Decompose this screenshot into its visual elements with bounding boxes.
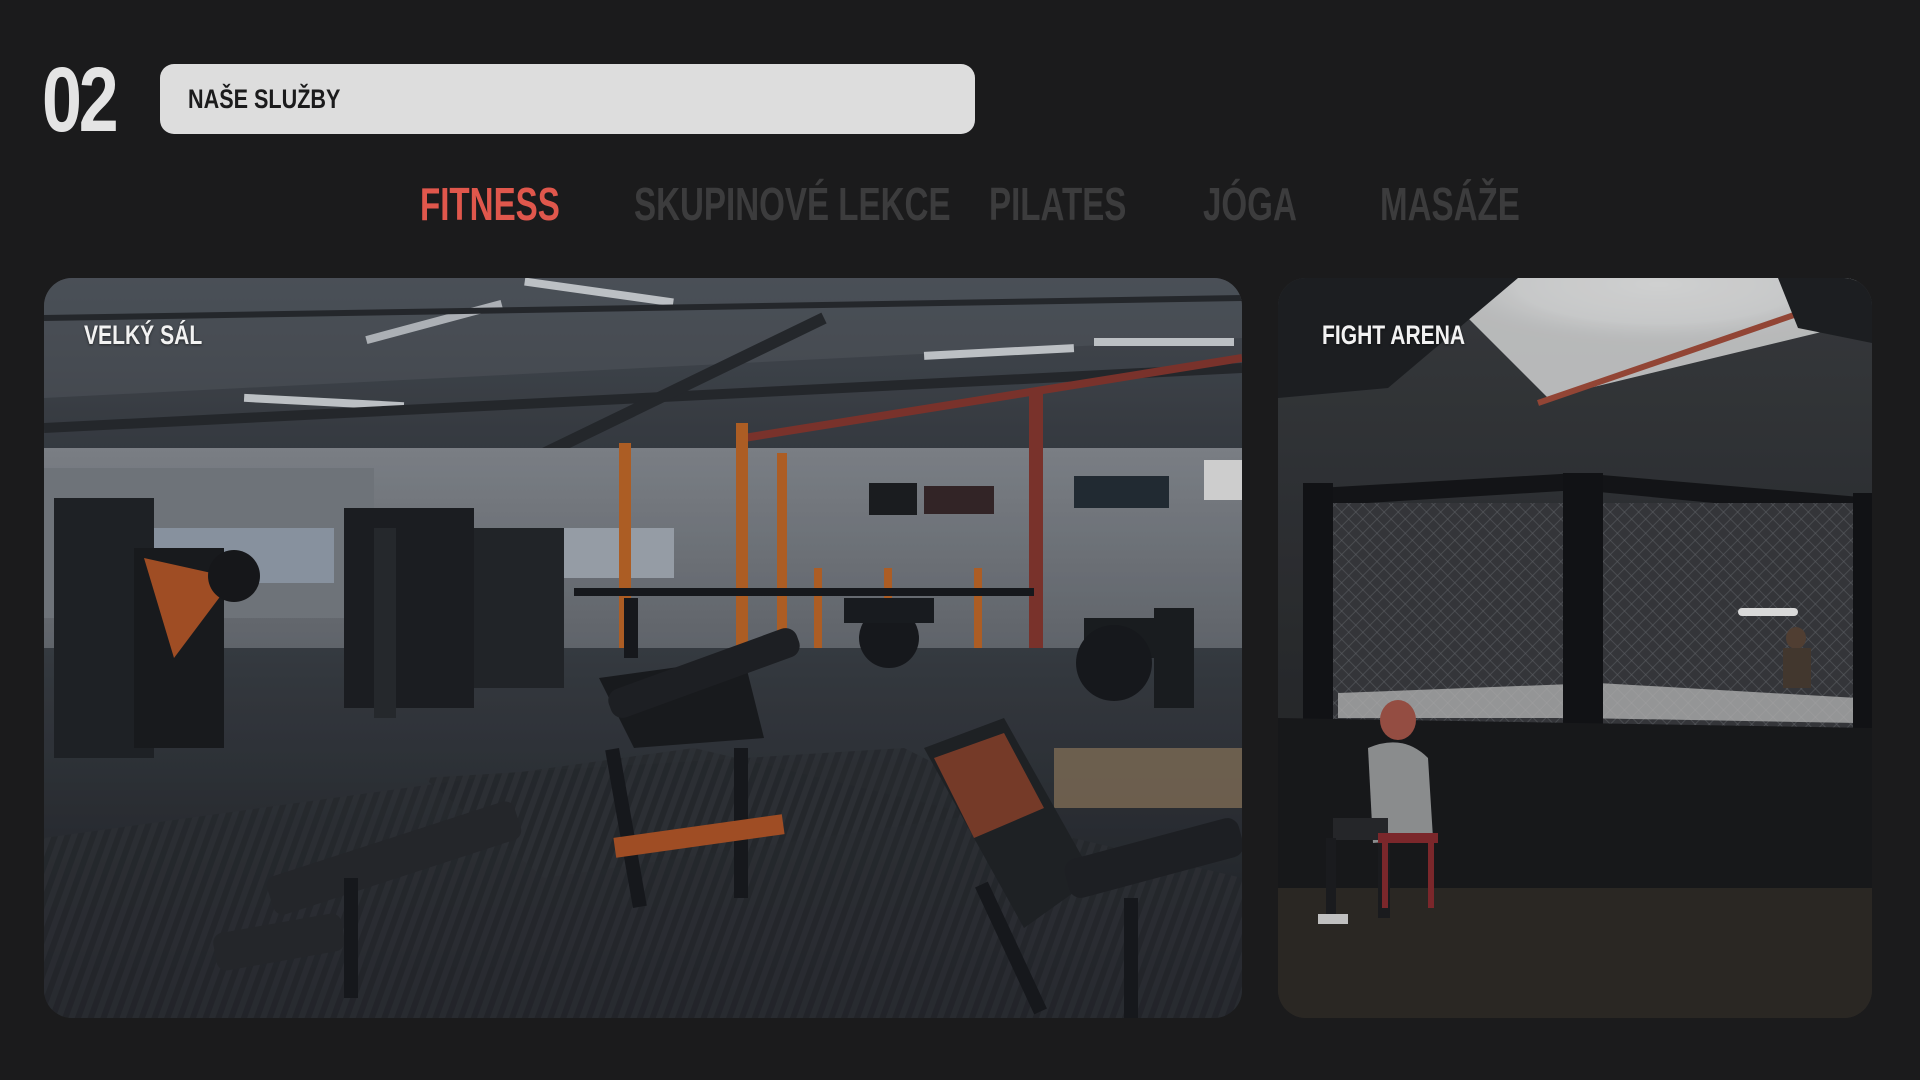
card-label-velky-sal: VELKÝ SÁL [84, 320, 203, 350]
card-label-fight-arena: FIGHT ARENA [1322, 320, 1466, 350]
tab-joga[interactable]: JÓGA [1203, 174, 1297, 234]
gym-interior-photo [44, 278, 1242, 1018]
tab-fitness[interactable]: FITNESS [420, 174, 560, 234]
card-velky-sal[interactable]: VELKÝ SÁL [44, 278, 1242, 1018]
section-number: 02 [42, 49, 119, 151]
section-title: NAŠE SLUŽBY [188, 83, 341, 114]
fight-cage-photo [1278, 278, 1872, 1018]
card-fight-arena[interactable]: FIGHT ARENA [1278, 278, 1872, 1018]
services-page: 02 NAŠE SLUŽBY FITNESS SKUPINOVÉ LEKCE P… [0, 0, 1920, 1080]
tab-masaze[interactable]: MASÁŽE [1380, 174, 1520, 234]
service-tabs: FITNESS SKUPINOVÉ LEKCE PILATES JÓGA MAS… [0, 174, 1920, 234]
section-title-bar: NAŠE SLUŽBY [160, 64, 975, 134]
tab-pilates[interactable]: PILATES [989, 174, 1126, 234]
tab-skupinove-lekce[interactable]: SKUPINOVÉ LEKCE [634, 174, 951, 234]
